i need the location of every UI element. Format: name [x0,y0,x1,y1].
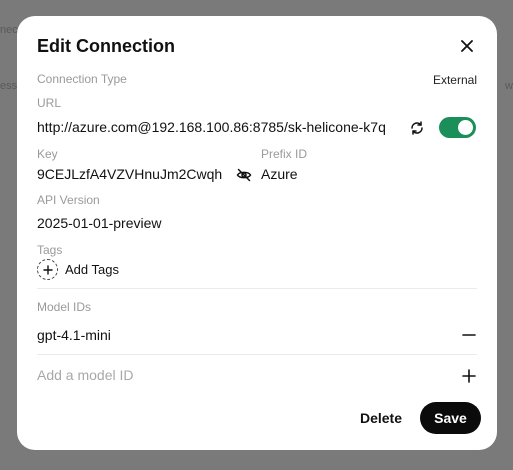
plus-circle-icon [37,259,58,280]
url-value: http://azure.com@192.168.100.86:8785/sk-… [37,119,386,135]
prefix-id-label: Prefix ID [261,147,308,161]
minus-icon[interactable] [461,327,477,343]
delete-button[interactable]: Delete [346,402,416,434]
add-model-id-input[interactable] [37,367,437,383]
edit-connection-dialog: Edit Connection Connection Type External… [17,16,497,450]
toggle-knob [458,120,473,135]
key-value: 9CEJLzfA4VZVHnuJm2Cwqh [37,166,223,182]
connection-type-label: Connection Type [37,72,127,86]
close-icon[interactable] [457,36,477,56]
model-id-item: gpt-4.1-mini [37,327,111,343]
plus-icon[interactable] [461,368,477,384]
divider [37,288,477,289]
add-tags-button[interactable]: Add Tags [37,259,119,280]
connection-type-value: External [432,73,477,87]
key-label: Key [37,147,58,161]
dialog-title: Edit Connection [37,36,175,56]
prefix-id-value: Azure [261,166,298,182]
save-button[interactable]: Save [420,402,481,434]
backdrop-fragment: nec [0,24,18,36]
tags-label: Tags [37,243,63,257]
backdrop-fragment: w [505,80,513,92]
api-version-value: 2025-01-01-preview [37,215,162,231]
model-ids-label: Model IDs [37,300,92,314]
divider [37,354,477,355]
url-label: URL [37,96,62,110]
backdrop-fragment: ess [0,80,18,92]
url-enabled-toggle[interactable] [439,117,476,138]
add-tags-label: Add Tags [65,262,119,277]
api-version-label: API Version [37,193,100,207]
refresh-icon[interactable] [409,120,425,136]
eye-off-icon[interactable] [236,167,252,183]
